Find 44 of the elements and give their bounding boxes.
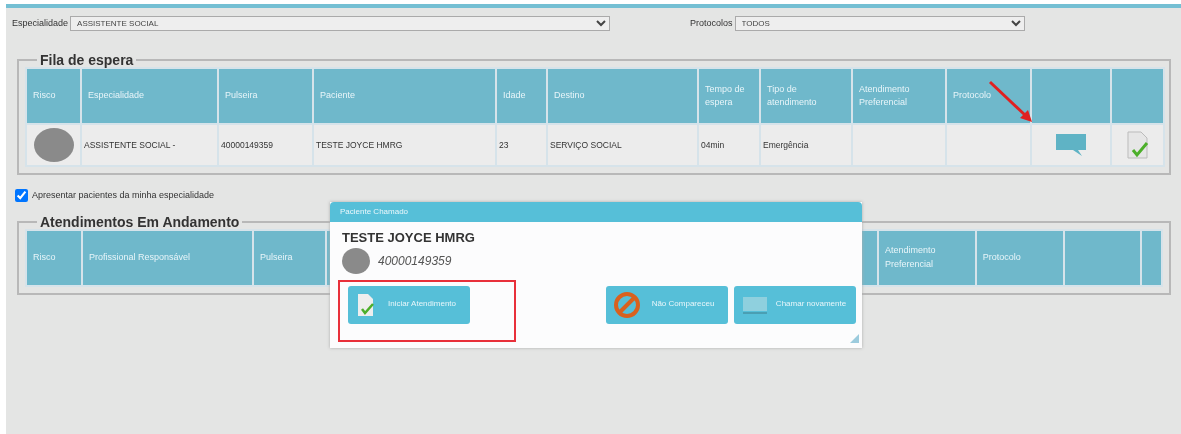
risk-indicator — [33, 128, 74, 162]
risk-indicator — [342, 247, 370, 274]
column-header: Paciente — [314, 69, 495, 123]
table-cell: ASSISTENTE SOCIAL - — [82, 125, 217, 165]
column-header: Atendimento Preferencial — [853, 69, 945, 123]
column-header: Especialidade — [82, 69, 217, 123]
checkbox-label: Apresentar pacientes da minha especialidade — [32, 189, 215, 202]
table-cell: TESTE JOYCE HMRG — [314, 125, 495, 165]
filter-select[interactable]: TODOS — [734, 16, 1025, 31]
column-header: Idade — [497, 69, 546, 123]
bracelet-number: 40000149359 — [378, 252, 452, 270]
column-header: Pulseira — [253, 230, 326, 285]
column-header — [1112, 69, 1163, 123]
table-cell: 04min — [699, 125, 759, 165]
column-header: Tipo de atendimento — [761, 69, 851, 123]
filter-label: Especialidade — [12, 16, 69, 30]
dialog-title: Paciente Chamado — [330, 202, 862, 222]
table-cell: 40000149359 — [219, 125, 312, 165]
column-header: Risco — [27, 230, 81, 285]
table-cell: 23 — [497, 125, 546, 165]
absent-button[interactable]: Não Compareceu — [606, 285, 728, 324]
column-header: Risco — [27, 69, 80, 123]
table-cell: Emergência — [761, 125, 851, 165]
filter-select[interactable]: ASSISTENTE SOCIAL — [70, 16, 611, 31]
document-check-icon — [356, 292, 376, 317]
section-title: Fila de espera — [39, 53, 135, 67]
recall-button[interactable]: Chamar novamente — [734, 285, 856, 324]
column-header: Protocolo — [976, 230, 1064, 285]
column-header: Destino — [548, 69, 697, 123]
section-title: Atendimentos Em Andamento — [39, 214, 241, 229]
filter-label: Protocolos — [690, 16, 733, 30]
column-header: Pulseira — [219, 69, 312, 123]
document-check-icon[interactable] — [1124, 130, 1151, 160]
checkbox[interactable] — [15, 189, 28, 203]
column-header: Atendimento Preferencial — [879, 230, 975, 285]
start-button[interactable]: Iniciar Atendimento — [348, 285, 470, 324]
column-header: Profissional Responsável — [82, 230, 252, 285]
table-cell: SERVIÇO SOCIAL — [548, 125, 697, 165]
column-header: Protocolo — [947, 69, 1030, 123]
speech-bubble-icon[interactable] — [1054, 132, 1088, 158]
column-header: Tempo de espera — [699, 69, 759, 123]
prohibited-icon — [614, 291, 640, 318]
patient-name: TESTE JOYCE HMRG — [342, 229, 476, 247]
resize-grip-icon[interactable] — [850, 333, 859, 343]
